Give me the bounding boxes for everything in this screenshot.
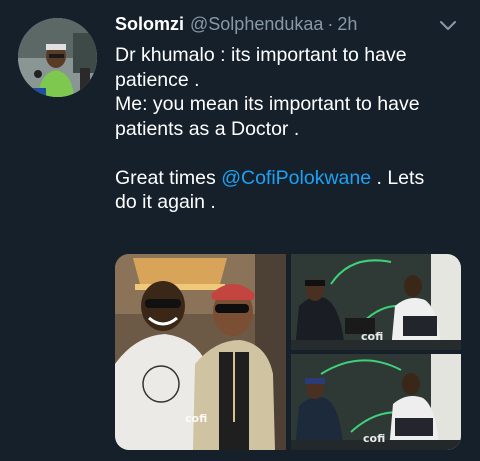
avatar[interactable] xyxy=(18,18,97,97)
tweet[interactable]: Solomzi @Solphendukaa · 2h Dr khumalo : … xyxy=(0,0,480,461)
text-fragment: . Lets xyxy=(371,166,425,189)
chevron-down-icon[interactable] xyxy=(438,16,458,36)
mention-link[interactable]: @CofiPolokwane xyxy=(221,167,371,189)
timestamp[interactable]: 2h xyxy=(337,14,357,35)
text-line: Dr khumalo : its important to have xyxy=(115,44,407,66)
tweet-header: Solomzi @Solphendukaa · 2h xyxy=(115,14,357,40)
text-line: do it again . xyxy=(115,191,216,213)
separator-dot: · xyxy=(327,14,334,34)
text-fragment: Great times xyxy=(115,166,222,189)
text-line: Me: you mean its important to have xyxy=(115,93,420,115)
user-handle[interactable]: @Solphendukaa xyxy=(190,14,323,35)
media-grid: cofi cofi cofi xyxy=(115,254,461,450)
text-line: patience . xyxy=(115,68,200,91)
photo-main[interactable]: cofi xyxy=(115,254,286,450)
photo-panel-top[interactable]: cofi xyxy=(291,254,461,350)
photo-panel-bottom[interactable]: cofi xyxy=(291,354,461,450)
text-line: Great times @CofiPolokwane . Lets xyxy=(115,166,470,191)
avatar-image xyxy=(18,18,97,97)
tweet-text: Dr khumalo : its important to have patie… xyxy=(115,43,470,215)
text-line: patients as a Doctor . xyxy=(115,117,300,140)
watermark: cofi xyxy=(185,412,208,425)
display-name[interactable]: Solomzi xyxy=(115,14,184,35)
watermark: cofi xyxy=(361,330,384,343)
watermark: cofi xyxy=(363,432,386,445)
